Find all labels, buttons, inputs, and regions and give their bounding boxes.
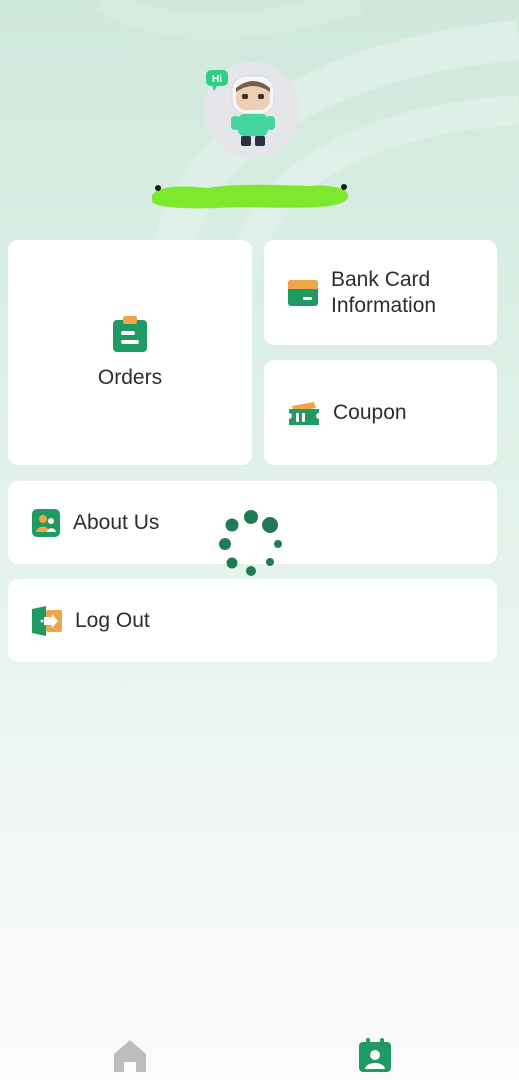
orders-label: Orders	[97, 365, 163, 389]
ticket-icon	[288, 400, 320, 426]
coupon-label: Coupon	[333, 400, 407, 424]
bank-card-label: Bank Card Information	[331, 267, 436, 319]
home-icon	[112, 1040, 148, 1076]
robot-avatar-icon: Hi	[206, 70, 275, 146]
log-out-label: Log Out	[75, 608, 150, 632]
avatar[interactable]: Hi	[204, 62, 300, 158]
card-icon	[288, 279, 318, 306]
bank-card-label-line2: Information	[331, 293, 437, 317]
bank-card-info-card[interactable]: Bank Card Information	[264, 240, 497, 345]
username-redacted	[152, 184, 349, 209]
exit-door-icon	[32, 605, 62, 636]
about-us-label: About Us	[73, 510, 160, 534]
loading-spinner	[219, 510, 282, 576]
bottom-tab-bar	[0, 1030, 519, 1080]
profile-icon	[358, 1038, 392, 1076]
bank-card-label-line1: Bank Card	[331, 267, 431, 291]
clipboard-icon	[112, 315, 148, 353]
avatar-badge-text: Hi	[212, 74, 222, 85]
people-icon	[32, 508, 60, 537]
tab-profile[interactable]	[358, 1038, 392, 1077]
orders-card[interactable]: Orders	[8, 240, 252, 465]
log-out-row[interactable]: Log Out	[8, 579, 497, 662]
tab-home[interactable]	[112, 1038, 148, 1077]
coupon-card[interactable]: Coupon	[264, 360, 497, 465]
